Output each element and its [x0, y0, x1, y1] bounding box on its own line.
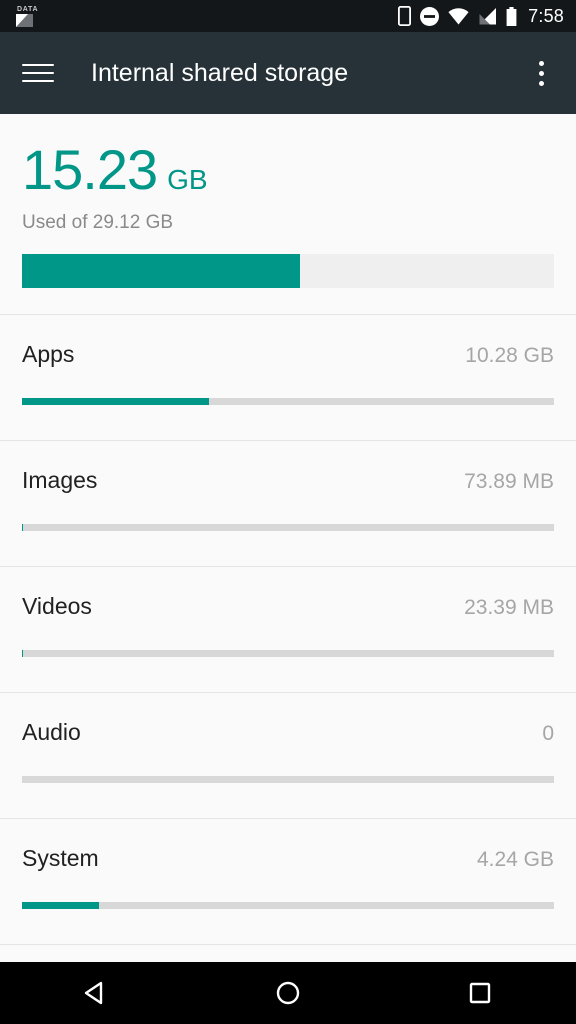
table-row-partial[interactable]: [0, 944, 576, 962]
table-row-header: Audio 0: [22, 719, 554, 746]
table-row-header: Apps 10.28 GB: [22, 341, 554, 368]
home-button[interactable]: [240, 962, 336, 1024]
category-label: Audio: [22, 719, 81, 745]
category-size: 4.24 GB: [476, 848, 554, 871]
table-row[interactable]: Videos 23.39 MB: [0, 566, 576, 692]
category-usage-bar: [22, 524, 554, 531]
storage-category-list: Apps 10.28 GB Images 73.89 MB Videos 23.39 MB…: [0, 314, 576, 962]
back-button[interactable]: [48, 962, 144, 1024]
more-vert-icon[interactable]: [524, 56, 558, 90]
status-bar-clock: 7:58: [528, 5, 564, 26]
hamburger-menu-icon[interactable]: [22, 56, 56, 90]
storage-usage-bar-fill: [22, 254, 301, 288]
wifi-icon: [448, 7, 469, 24]
storage-used-amount: 15.23 GB: [22, 142, 554, 198]
category-usage-bar-fill: [22, 902, 100, 909]
cell-signal-icon: [479, 7, 497, 24]
android-storage-screen: DATA 7:58 Internal shared storage 15.23 …: [0, 0, 576, 1024]
table-row-header: System 4.24 GB: [22, 845, 554, 872]
category-label: Videos: [22, 593, 92, 619]
category-usage-bar-fill: [22, 398, 210, 405]
android-navigation-bar: [0, 962, 576, 1024]
storage-summary: 15.23 GB Used of 29.12 GB: [0, 114, 576, 288]
vibrate-icon: [398, 6, 412, 26]
status-bar: DATA 7:58: [0, 0, 576, 32]
category-size: 10.28 GB: [465, 344, 554, 367]
storage-used-unit: GB: [167, 164, 208, 195]
category-usage-bar-fill: [22, 524, 24, 531]
status-bar-left: DATA: [16, 6, 38, 27]
category-label: Apps: [22, 341, 75, 367]
data-usage-label: DATA: [17, 5, 39, 13]
category-usage-bar: [22, 650, 554, 657]
home-circle-icon: [276, 981, 300, 1005]
table-row-header: Images 73.89 MB: [22, 467, 554, 494]
data-usage-glyph: [16, 13, 33, 27]
category-usage-bar: [22, 398, 554, 405]
category-usage-bar: [22, 902, 554, 909]
table-row[interactable]: System 4.24 GB: [0, 818, 576, 944]
table-row[interactable]: Apps 10.28 GB: [0, 314, 576, 440]
recents-square-icon: [469, 982, 491, 1004]
table-row[interactable]: Audio 0: [0, 692, 576, 818]
do-not-disturb-icon: [420, 6, 440, 26]
category-size: 73.89 MB: [464, 470, 554, 493]
app-bar: Internal shared storage: [0, 32, 576, 114]
battery-icon: [506, 6, 517, 26]
category-label: Images: [22, 467, 98, 493]
recents-button[interactable]: [432, 962, 528, 1024]
storage-usage-bar: [22, 254, 554, 288]
category-size: 0: [542, 722, 554, 745]
category-usage-bar: [22, 776, 554, 783]
storage-total-label: Used of 29.12 GB: [22, 212, 174, 233]
page-title: Internal shared storage: [91, 58, 349, 87]
status-bar-right: 7:58: [398, 6, 564, 27]
storage-used-value: 15.23: [22, 138, 158, 201]
category-label: System: [22, 845, 99, 871]
table-row[interactable]: Images 73.89 MB: [0, 440, 576, 566]
category-size: 23.39 MB: [464, 596, 554, 619]
table-row-header: Videos 23.39 MB: [22, 593, 554, 620]
back-triangle-icon: [84, 981, 103, 1005]
data-usage-icon: DATA: [16, 6, 38, 27]
